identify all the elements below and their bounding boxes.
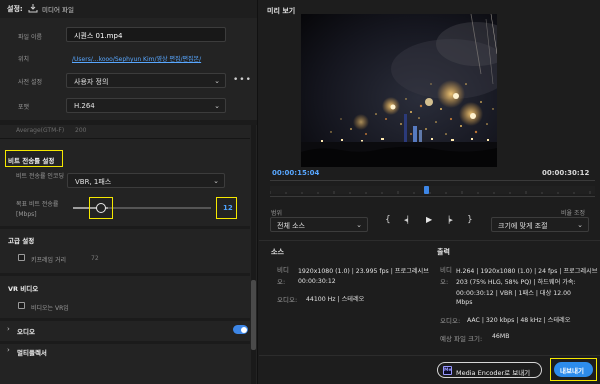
- section-divider: [259, 240, 600, 241]
- output-audio-value: AAC | 320 kbps | 48 kHz | 스테레오: [467, 317, 571, 324]
- more-options-icon[interactable]: •••: [233, 75, 252, 85]
- keyframe-label: 키프레임 거리: [31, 257, 67, 264]
- chevron-down-icon: ⌄: [214, 102, 220, 110]
- preset-value: 사용자 정의: [74, 78, 109, 86]
- section-divider: [0, 273, 250, 276]
- chevron-right-icon[interactable]: ›: [7, 325, 10, 333]
- chevron-down-icon: ⌄: [577, 221, 583, 229]
- audio-section-title[interactable]: 오디오: [17, 326, 35, 336]
- range-label: 범위: [271, 210, 283, 217]
- format-label: 포맷: [18, 104, 30, 111]
- bitrate-section-title: 비트 전송률 설정: [8, 157, 55, 165]
- play-icon[interactable]: ▶: [426, 215, 432, 224]
- chevron-down-icon: ⌄: [356, 221, 362, 229]
- send-to-media-encoder-label: Media Encoder로 보내기: [456, 368, 531, 377]
- source-title: 소스: [271, 248, 284, 256]
- file-name-value: 시퀀스 01.mp4: [74, 32, 123, 40]
- export-settings-panel: 설정: 미디어 파일 파일 이름 시퀀스 01.mp4 위치 /Users/..…: [0, 0, 258, 384]
- partial-label: Average(GTM-F): [16, 127, 65, 134]
- target-bitrate-label: 목표 비트 전송률 [Mbps]: [16, 201, 59, 218]
- source-video-label: 비디오:: [277, 266, 289, 286]
- export-icon: [28, 3, 38, 13]
- output-video-line: H.264 | 1920x1080 (1.0) | 24 fps | 프로그레시…: [456, 268, 598, 275]
- file-size-label: 예상 파일 크기:: [440, 335, 483, 343]
- preset-label: 사전 설정: [18, 79, 42, 86]
- location-label: 위치: [18, 56, 30, 63]
- format-value: H.264: [74, 102, 95, 110]
- timeline-baseline: [270, 196, 595, 197]
- output-video-label: 비디오:: [440, 266, 452, 286]
- preset-select[interactable]: 사용자 정의 ⌄: [66, 73, 226, 88]
- target-bitrate-slider-handle[interactable]: [96, 203, 106, 213]
- chevron-down-icon: ⌄: [214, 77, 220, 85]
- toggle-knob: [241, 326, 247, 333]
- timeline-divider: [270, 180, 595, 181]
- scrollbar-thumb[interactable]: [251, 280, 256, 350]
- timeline-ruler[interactable]: [269, 186, 595, 194]
- step-back-icon[interactable]: ◂▏: [404, 216, 413, 224]
- media-encoder-icon: Me: [443, 366, 452, 375]
- source-video-value: 1920x1080 (1.0) | 23.995 fps | 프로그레시브: [298, 268, 429, 275]
- export-button-label: 내보내기: [560, 367, 584, 375]
- media-file-label: 미디어 파일: [42, 6, 74, 14]
- keyframe-value: 72: [91, 255, 99, 262]
- step-forward-icon[interactable]: ▕▸: [444, 216, 453, 224]
- format-select[interactable]: H.264 ⌄: [66, 98, 226, 113]
- output-video-line: Mbps: [456, 299, 473, 306]
- export-button[interactable]: 내보내기: [554, 362, 593, 377]
- send-to-media-encoder-button[interactable]: Me Media Encoder로 보내기: [437, 362, 542, 378]
- vr-section-title: VR 비디오: [8, 285, 39, 293]
- playhead[interactable]: [424, 186, 429, 194]
- footer-divider: [259, 355, 600, 356]
- current-timecode[interactable]: 00:00:15:04: [272, 169, 319, 177]
- section-divider: [0, 138, 250, 139]
- end-timecode: 00:00:30:12: [542, 169, 590, 177]
- file-size-value: 46MB: [492, 333, 510, 340]
- fireworks-frame: [301, 14, 497, 167]
- settings-title: 설정:: [7, 5, 23, 13]
- output-video-line: 203 (75% HLG, 58% PQ) | 하드웨어 가속: 00:00:3…: [456, 279, 576, 297]
- keyframe-checkbox[interactable]: [18, 254, 25, 261]
- video-preview: [301, 14, 497, 167]
- chevron-down-icon: ⌄: [213, 177, 219, 185]
- vr-checkbox-label: 비디오는 VR임: [31, 305, 69, 312]
- range-value: 전체 소스: [277, 222, 305, 230]
- advanced-section-title: 고급 설정: [8, 237, 35, 245]
- settings-header: 설정: 미디어 파일: [0, 0, 257, 18]
- section-divider: [0, 120, 257, 125]
- target-bitrate-value[interactable]: 12: [223, 204, 233, 212]
- vr-checkbox[interactable]: [18, 302, 25, 309]
- scale-value: 크기에 맞게 조절: [498, 222, 548, 230]
- bitrate-encoding-value: VBR, 1패스: [75, 178, 112, 186]
- mark-in-icon[interactable]: {: [385, 215, 391, 225]
- source-video-duration: 00:00:30:12: [298, 278, 336, 285]
- chevron-right-icon[interactable]: ›: [7, 346, 10, 354]
- file-name-label: 파일 이름: [18, 34, 42, 41]
- preview-title: 미리 보기: [267, 7, 296, 15]
- range-select[interactable]: 전체 소스 ⌄: [270, 217, 368, 232]
- audio-toggle[interactable]: [233, 325, 248, 334]
- bitrate-encoding-select[interactable]: VBR, 1패스 ⌄: [67, 173, 225, 188]
- scale-label: 비율 조정: [561, 210, 585, 217]
- section-divider: [0, 341, 250, 344]
- mark-out-icon[interactable]: }: [467, 215, 473, 225]
- location-link[interactable]: /Users/...kooo/Sephyun Kim/영상 편집/편집본/: [72, 54, 201, 63]
- source-audio-value: 44100 Hz | 스테레오: [306, 296, 365, 303]
- bitrate-encoding-label: 비트 전송률 인코딩: [16, 173, 64, 180]
- source-audio-label: 오디오:: [277, 296, 298, 304]
- section-divider: [0, 318, 250, 321]
- section-divider: [0, 226, 250, 229]
- multiplexer-section-title[interactable]: 멀티플렉서: [17, 347, 47, 357]
- output-title: 출력: [437, 248, 450, 256]
- partial-value: 200: [75, 127, 87, 134]
- scale-select[interactable]: 크기에 맞게 조절 ⌄: [491, 217, 589, 232]
- output-audio-label: 오디오:: [440, 317, 461, 325]
- file-name-input[interactable]: 시퀀스 01.mp4: [66, 27, 226, 42]
